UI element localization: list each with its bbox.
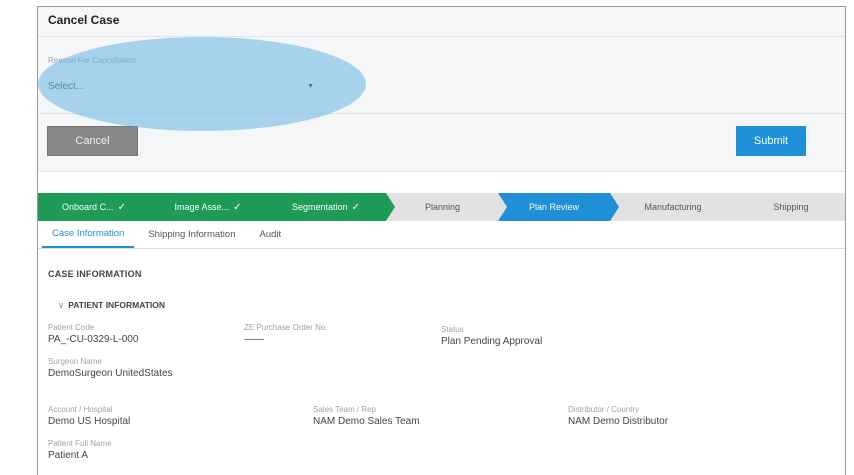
check-icon: ✓ xyxy=(233,201,242,213)
tab-case-information[interactable]: Case Information xyxy=(42,221,135,248)
step-label: Image Asse... xyxy=(174,202,230,212)
chevron-right-icon xyxy=(610,193,619,221)
cancel-button[interactable]: Cancel xyxy=(47,126,138,156)
field-label: Account / Hospital xyxy=(48,405,113,414)
status-field: Status Plan Pending Approval xyxy=(441,325,542,348)
field-value: DemoSurgeon UnitedStates xyxy=(48,368,173,379)
cancel-case-panel: Cancel Case Reason For Cancellation Sele… xyxy=(38,7,845,172)
patient-info-toggle[interactable]: ∨ PATIENT INFORMATION xyxy=(58,300,165,311)
field-value: PA_-CU-0329-L-000 xyxy=(48,334,139,345)
step-label: Manufacturing xyxy=(644,202,702,212)
step-image-assessment[interactable]: Image Asse... ✓ xyxy=(150,193,275,221)
field-label: Distributor / Country xyxy=(568,405,640,414)
sales-team-field: Sales Team / Rep NAM Demo Sales Team xyxy=(313,405,420,428)
check-icon: ✓ xyxy=(117,201,126,213)
step-label: Onboard C... xyxy=(62,202,114,212)
field-value: Patient A xyxy=(48,450,89,461)
step-label: Segmentation xyxy=(292,202,348,212)
surgeon-field: Surgeon Name DemoSurgeon UnitedStates xyxy=(48,357,173,380)
reason-select[interactable]: Select... ▼ xyxy=(48,77,318,95)
field-value: NAM Demo Sales Team xyxy=(313,416,420,427)
field-value: —— xyxy=(244,334,264,345)
purchase-order-field: ZE Purchase Order No. —— xyxy=(244,323,328,346)
field-label: Surgeon Name xyxy=(48,357,102,366)
patient-full-name-field: Patient Full Name Patient A xyxy=(48,439,112,462)
chevron-right-icon xyxy=(386,193,395,221)
divider xyxy=(38,171,845,172)
step-planning[interactable]: Planning xyxy=(386,193,507,221)
field-label: Patient Code xyxy=(48,323,95,332)
section-title: CASE INFORMATION xyxy=(48,269,142,279)
divider xyxy=(38,36,845,37)
chevron-right-icon xyxy=(266,193,275,221)
cancel-case-title: Cancel Case xyxy=(48,13,120,27)
reason-label: Reason For Cancellation xyxy=(48,56,137,65)
case-tabs: Case Information Shipping Information Au… xyxy=(38,221,845,249)
step-label: Plan Review xyxy=(528,202,580,212)
chevron-right-icon xyxy=(736,193,745,221)
step-label: Planning xyxy=(424,202,461,212)
step-onboard[interactable]: Onboard C... ✓ xyxy=(38,193,159,221)
field-value: Demo US Hospital xyxy=(48,416,131,427)
step-manufacturing[interactable]: Manufacturing xyxy=(610,193,745,221)
progress-steps: Onboard C... ✓ Image Asse... ✓ Segmentat… xyxy=(38,193,845,221)
field-label: ZE Purchase Order No. xyxy=(244,323,328,332)
step-plan-review[interactable]: Plan Review xyxy=(498,193,619,221)
tab-audit[interactable]: Audit xyxy=(249,221,291,248)
tab-shipping-information[interactable]: Shipping Information xyxy=(138,221,245,248)
case-window: Cancel Case Reason For Cancellation Sele… xyxy=(37,6,846,475)
step-segmentation[interactable]: Segmentation ✓ xyxy=(266,193,395,221)
account-field: Account / Hospital Demo US Hospital xyxy=(48,405,130,428)
patient-code-field: Patient Code PA_-CU-0329-L-000 xyxy=(48,323,138,346)
step-label: Shipping xyxy=(773,202,809,212)
field-label: Sales Team / Rep xyxy=(313,405,376,414)
field-value: NAM Demo Distributor xyxy=(568,416,669,427)
distributor-field: Distributor / Country NAM Demo Distribut… xyxy=(568,405,668,428)
step-shipping[interactable]: Shipping xyxy=(736,193,845,221)
caret-down-icon: ▼ xyxy=(307,82,314,90)
field-label: Status xyxy=(441,325,464,334)
chevron-right-icon xyxy=(150,193,159,221)
reason-select-value: Select... xyxy=(48,80,85,92)
check-icon: ✓ xyxy=(351,201,360,213)
chevron-down-icon: ∨ xyxy=(58,300,65,310)
chevron-right-icon xyxy=(498,193,507,221)
field-value: Plan Pending Approval xyxy=(441,336,543,347)
submit-button[interactable]: Submit xyxy=(736,126,806,156)
divider xyxy=(38,113,845,114)
field-label: Patient Full Name xyxy=(48,439,112,448)
patient-info-title: PATIENT INFORMATION xyxy=(68,300,166,310)
